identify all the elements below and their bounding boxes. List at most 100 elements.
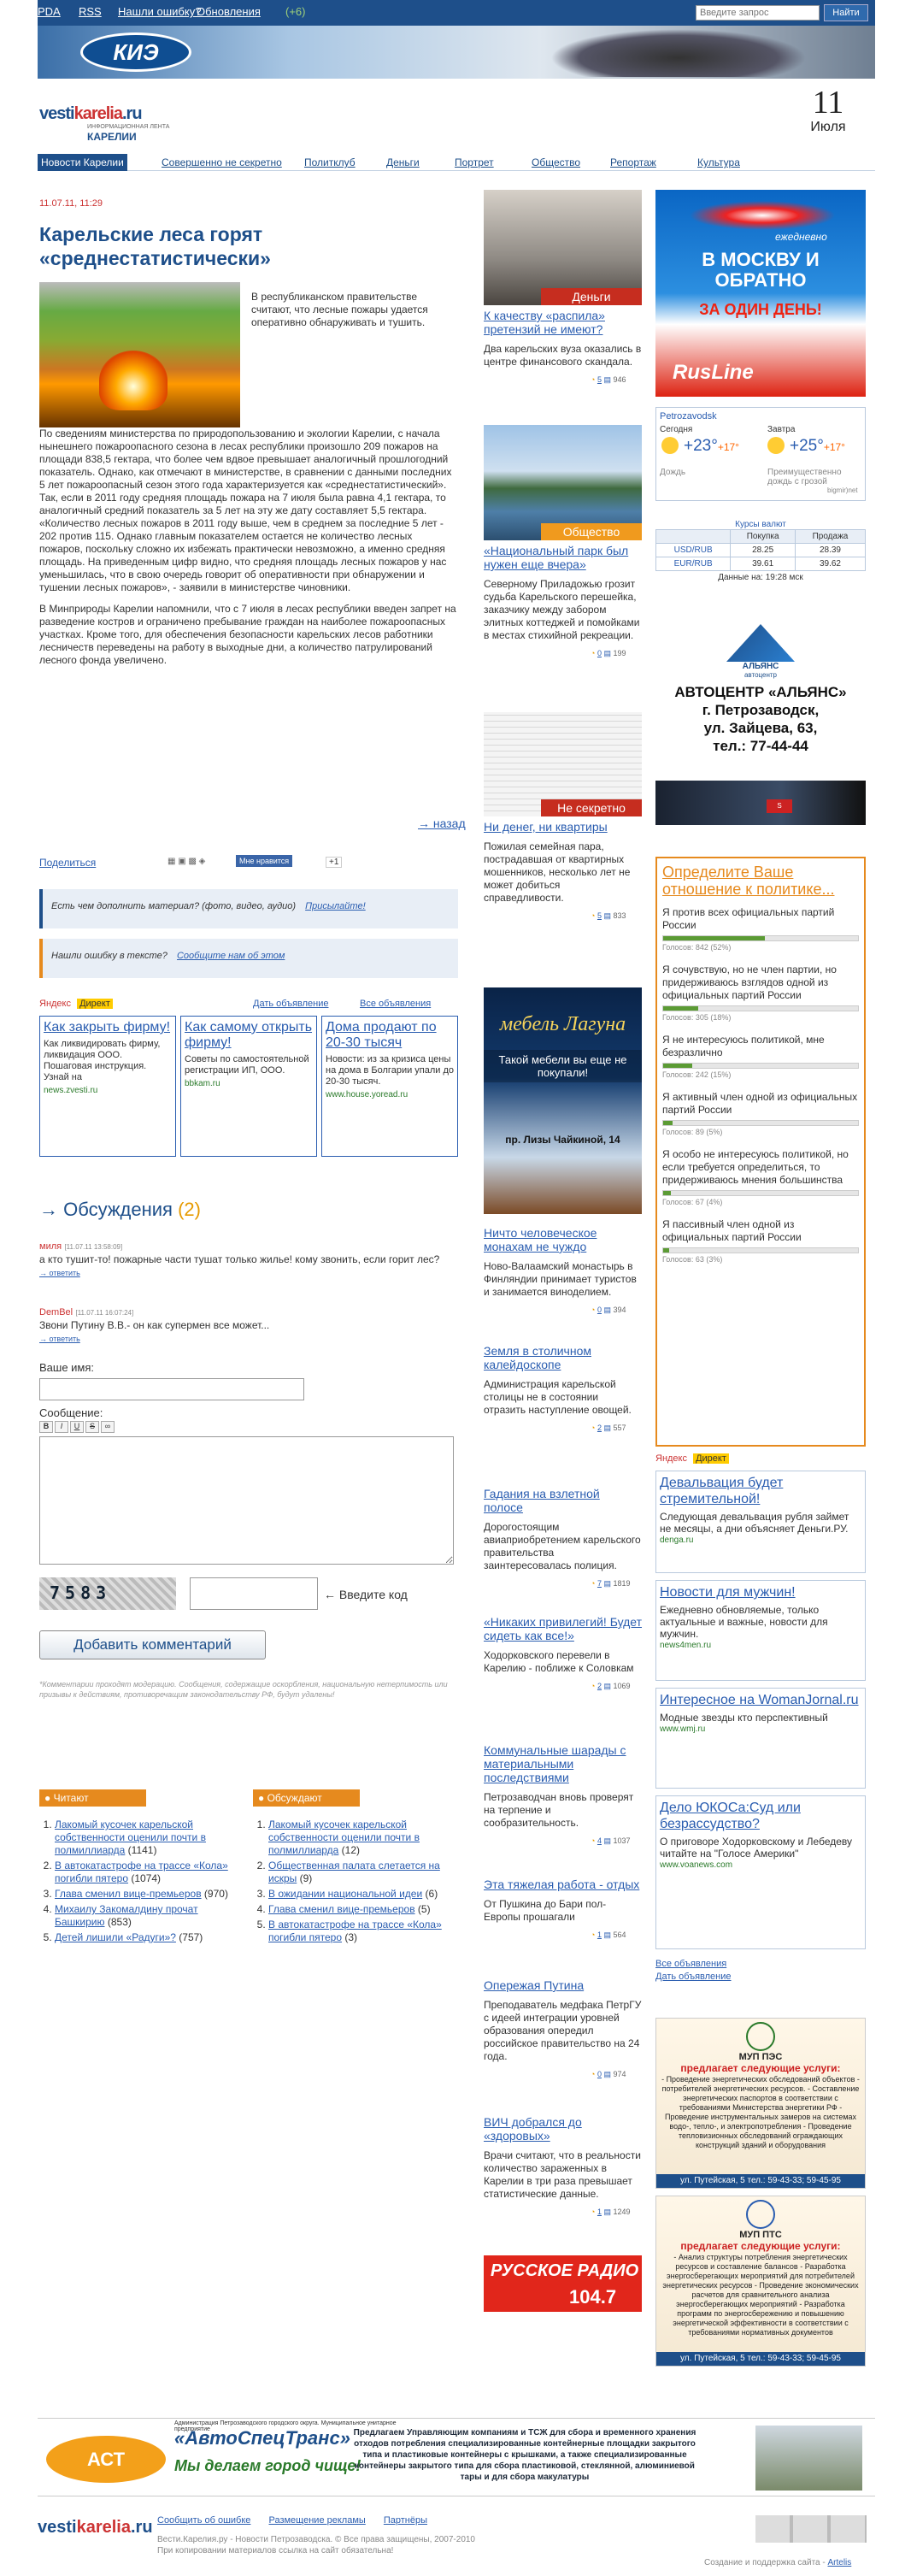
ya-right-ad[interactable]: Девальвация будет стремительной! Следующ… — [655, 1471, 866, 1573]
nav-politclub[interactable]: Политклуб — [304, 156, 356, 168]
weather-provider[interactable]: bigmir)net — [827, 486, 858, 494]
lake-photo[interactable]: Общество — [484, 425, 642, 540]
pda-link[interactable]: PDA — [38, 5, 61, 18]
footer-report-error-link[interactable]: Сообщить об ошибке — [157, 2515, 250, 2526]
ya-ad-title[interactable]: Дома продают по 20-30 тысяч — [326, 1020, 454, 1051]
give-ad-link[interactable]: Дать объявление — [253, 999, 329, 1009]
all-ads-link[interactable]: Все объявления — [655, 1959, 726, 1969]
plus-one-button[interactable]: +1 — [326, 857, 343, 868]
news-title-link[interactable]: К качеству «распила» претензий не имеют? — [484, 309, 642, 336]
laguna-furniture-ad[interactable]: мебель Лагуна Такой мебели вы еще не пок… — [484, 987, 642, 1214]
ya-ad-title[interactable]: Как закрыть фирму! — [44, 1020, 172, 1035]
ya-ad-title[interactable]: Как самому открыть фирму! — [185, 1020, 313, 1051]
ya-ad-url[interactable]: news.zvesti.ru — [44, 1085, 172, 1096]
report-error-link[interactable]: Сообщите нам об этом — [177, 951, 285, 961]
news-title-link[interactable]: Ни денег, ни квартиры — [484, 820, 642, 834]
ya-ad-open-firm[interactable]: Как самому открыть фирму! Советы по само… — [180, 1016, 317, 1157]
section-tag[interactable]: Общество — [541, 523, 642, 540]
comments-count[interactable]: 1 — [597, 2208, 602, 2216]
add-comment-button[interactable]: Добавить комментарий — [39, 1630, 266, 1659]
comments-count[interactable]: 7 — [597, 1579, 602, 1588]
popular-link[interactable]: Глава сменил вице-премьеров — [268, 1903, 415, 1915]
comments-count[interactable]: 2 — [597, 1682, 602, 1690]
ya-ad-url[interactable]: news4men.ru — [660, 1640, 861, 1652]
autospectrans-ad[interactable]: Администрация Петрозаводского городского… — [38, 2418, 875, 2496]
site-logo[interactable]: vestikarelia.ru ИНФОРМАЦИОННАЯ ЛЕНТА КАР… — [39, 104, 193, 147]
rusline-ad[interactable]: ежедневно В МОСКВУ И ОБРАТНО ЗА ОДИН ДЕН… — [655, 190, 866, 397]
comments-count[interactable]: 0 — [597, 1306, 602, 1314]
alliance-ad[interactable]: АЛЬЯНС автоцентр АВТОЦЕНТР «АЛЬЯНС» г. П… — [655, 617, 866, 766]
ya-ad-close-firm[interactable]: Как закрыть фирму! Как ликвидировать фир… — [39, 1016, 176, 1157]
comments-count[interactable]: 5 — [597, 911, 602, 920]
section-tag[interactable]: Не секретно — [541, 799, 642, 816]
message-field[interactable] — [39, 1436, 454, 1565]
ya-ad-title[interactable]: Новости для мужчин! — [660, 1584, 861, 1600]
news-title-link[interactable]: Коммунальные шарады с материальными посл… — [484, 1743, 642, 1784]
italic-button[interactable]: I — [55, 1421, 68, 1433]
captcha-field[interactable] — [190, 1577, 318, 1610]
news-title-link[interactable]: Опережая Путина — [484, 1978, 642, 1992]
ya-ad-title[interactable]: Интересное на WomanJornal.ru — [660, 1692, 861, 1708]
news-title-link[interactable]: ВИЧ добрался до «здоровых» — [484, 2115, 642, 2143]
news-title-link[interactable]: «Никаких привилегий! Будет сидеть как вс… — [484, 1615, 642, 1642]
news-title-link[interactable]: Ничто человеческое монахам не чуждо — [484, 1226, 642, 1253]
rss-link[interactable]: RSS — [79, 5, 102, 18]
artelis-link[interactable]: Artelis — [828, 2558, 852, 2567]
bold-button[interactable]: B — [39, 1421, 53, 1433]
footer-ads-link[interactable]: Размещение рекламы — [268, 2515, 365, 2526]
ya-right-ad[interactable]: Дело ЮКОСа:Суд или безрассудство? О приг… — [655, 1795, 866, 1949]
all-ads-link[interactable]: Все объявления — [360, 999, 431, 1009]
money-photo[interactable]: Деньги — [484, 190, 642, 305]
ya-ad-url[interactable]: www.wmj.ru — [660, 1724, 861, 1736]
found-error-link[interactable]: Нашли ошибку? — [118, 5, 201, 18]
suzuki-ad[interactable]: S — [655, 781, 866, 825]
poll-title[interactable]: Определите Ваше отношение к политике... — [662, 864, 859, 898]
ya-ad-url[interactable]: bbkam.ru — [185, 1078, 313, 1089]
social-icons[interactable]: ▦ ▣ ▩ ◈ — [168, 857, 205, 866]
mup-pes-ad[interactable]: МУП ПЭС предлагает следующие услуги: - П… — [655, 2018, 866, 2189]
footer-partners-link[interactable]: Партнёры — [384, 2515, 427, 2526]
popular-link[interactable]: Детей лишили «Радуги»? — [55, 1931, 176, 1943]
ya-ad-houses[interactable]: Дома продают по 20-30 тысяч Новости: из … — [321, 1016, 458, 1157]
nav-portrait[interactable]: Портрет — [455, 156, 494, 168]
ya-right-ad[interactable]: Интересное на WomanJornal.ru Модные звез… — [655, 1688, 866, 1789]
top-banner-ad[interactable]: КИЭ — [38, 26, 875, 79]
ya-ad-title[interactable]: Девальвация будет стремительной! — [660, 1475, 861, 1507]
news-title-link[interactable]: Земля в столичном калейдоскопе — [484, 1344, 642, 1371]
nav-reportage[interactable]: Репортаж — [610, 156, 656, 168]
nav-not-secret[interactable]: Совершенно не секретно — [162, 156, 282, 168]
ya-ad-url[interactable]: www.house.yoread.ru — [326, 1089, 454, 1100]
ya-ad-url[interactable]: denga.ru — [660, 1535, 861, 1547]
russkoe-radio-ad[interactable]: РУССКОЕ РАДИО 104.7 fm — [484, 2255, 642, 2330]
popular-link[interactable]: В ожидании национальной идеи — [268, 1888, 422, 1900]
name-field[interactable] — [39, 1378, 304, 1400]
weather-city[interactable]: Petrozavodsk — [660, 411, 861, 421]
footer-logo[interactable]: vestikarelia.ru — [38, 2518, 153, 2538]
comments-count[interactable]: 0 — [597, 649, 602, 657]
like-button[interactable]: Мне нравится — [236, 855, 293, 867]
search-button[interactable]: Найти — [824, 4, 868, 21]
mup-pts-ad[interactable]: МУП ПТС предлагает следующие услуги: - А… — [655, 2196, 866, 2367]
reply-link[interactable]: → ответить — [39, 1335, 80, 1343]
updates-link[interactable]: Обновления — [197, 5, 261, 18]
comments-count[interactable]: 2 — [597, 1424, 602, 1432]
nav-money[interactable]: Деньги — [386, 156, 420, 168]
comments-count[interactable]: 1 — [597, 1931, 602, 1939]
counters-widget[interactable] — [755, 2515, 867, 2543]
popular-link[interactable]: Глава сменил вице-премьеров — [55, 1888, 202, 1900]
share-link[interactable]: Поделиться — [39, 857, 96, 869]
reply-link[interactable]: → ответить — [39, 1269, 80, 1277]
comments-count[interactable]: 0 — [597, 2070, 602, 2078]
strike-button[interactable]: S — [85, 1421, 99, 1433]
news-title-link[interactable]: «Национальный парк был нужен еще вчера» — [484, 544, 642, 571]
news-title-link[interactable]: Гадания на взлетной полосе — [484, 1487, 642, 1514]
section-tag[interactable]: Деньги — [541, 288, 642, 305]
ya-ad-url[interactable]: www.voanews.com — [660, 1860, 861, 1872]
comments-count[interactable]: 4 — [597, 1836, 602, 1845]
comments-count[interactable]: 5 — [597, 375, 602, 384]
popular-link[interactable]: Общественная палата слетается на искры — [268, 1860, 440, 1884]
nav-culture[interactable]: Культура — [697, 156, 740, 168]
link-button[interactable]: ∞ — [101, 1421, 115, 1433]
nav-society[interactable]: Общество — [532, 156, 580, 168]
ya-ad-title[interactable]: Дело ЮКОСа:Суд или безрассудство? — [660, 1800, 861, 1832]
